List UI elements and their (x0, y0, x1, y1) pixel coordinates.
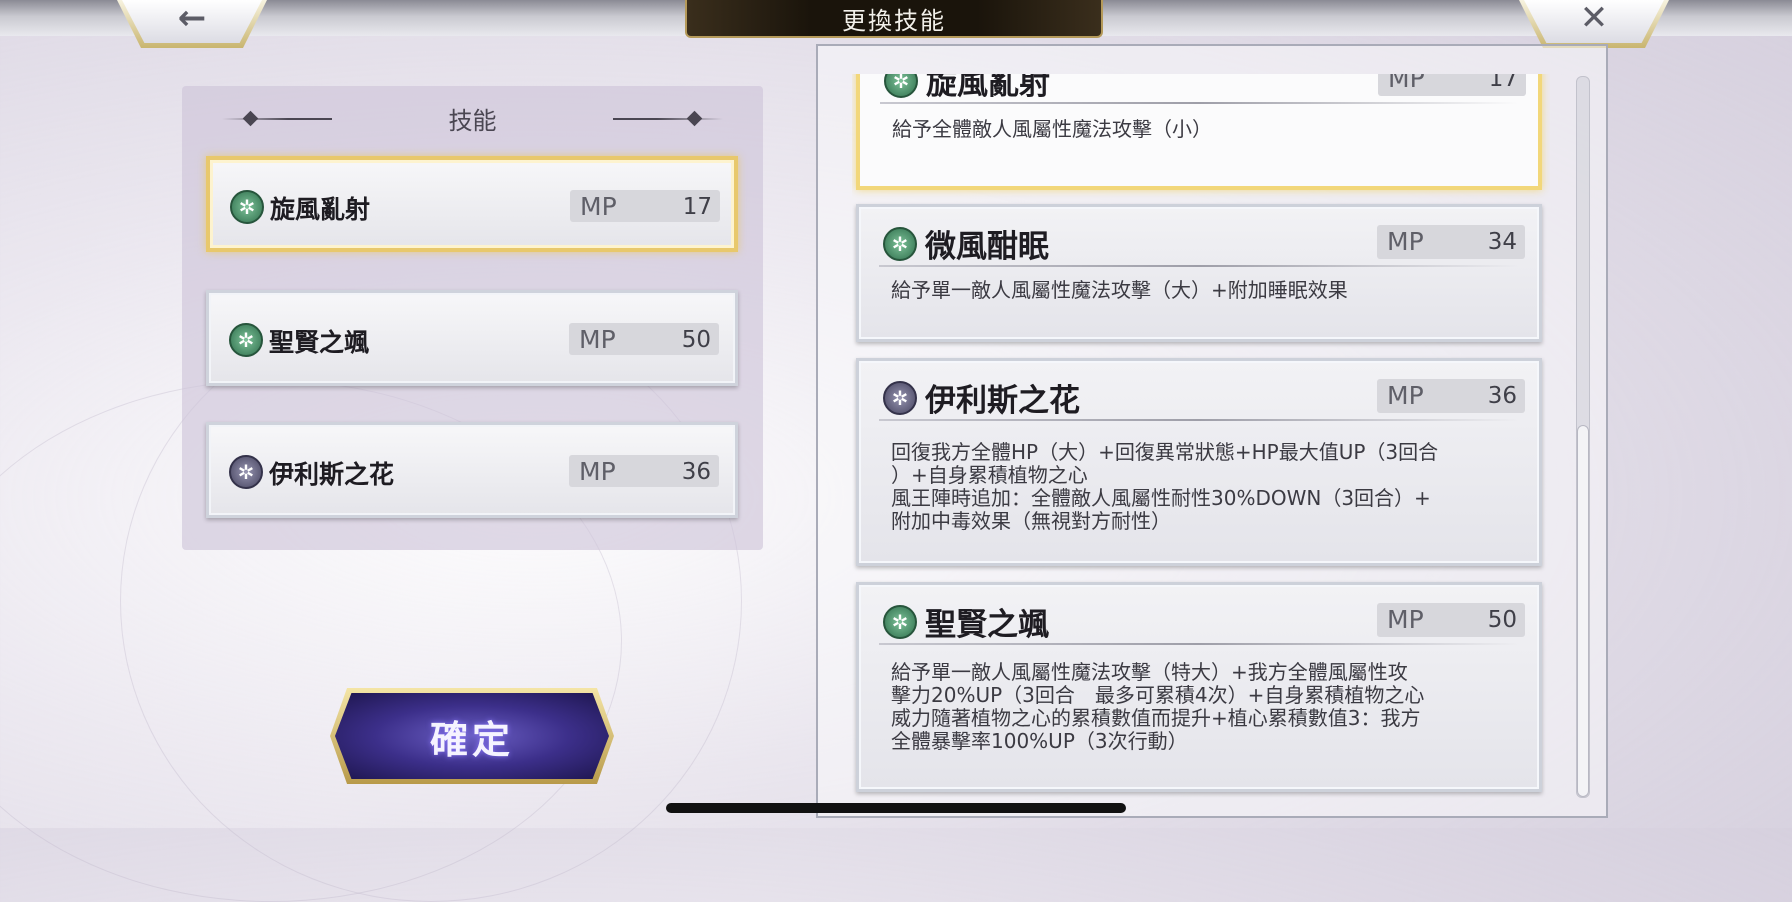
mp-label: MP (579, 457, 616, 486)
scrollbar-thumb[interactable] (1577, 425, 1589, 797)
skill-name: 旋風亂射 (926, 74, 1050, 102)
mp-value: 36 (1487, 383, 1517, 409)
skill-slot-name: 伊利斯之花 (269, 460, 395, 489)
wind-element-icon: ✲ (883, 227, 917, 261)
divider (879, 643, 1519, 645)
wind-element-icon: ✲ (229, 323, 263, 357)
equipped-skills-title: 技能 (448, 106, 497, 135)
close-icon: ✕ (1579, 0, 1609, 38)
skill-card-4[interactable]: ✲ 聖賢之颯 MP 50 給予單一敵人風屬性魔法攻擊（特大）+我方全體風屬性攻 … (856, 582, 1542, 792)
mp-label: MP (579, 325, 616, 354)
skill-name: 微風酣眠 (925, 229, 1049, 265)
header-ornament-left (222, 118, 332, 120)
page-title-text: 更換技能 (842, 6, 946, 35)
divider (880, 102, 1518, 104)
page-title: 更換技能 (685, 0, 1103, 38)
skill-description: 給予單一敵人風屬性魔法攻擊（大）+附加睡眠效果 (891, 278, 1348, 302)
equipped-skills-panel: 技能 ✲ 旋風亂射 MP 17 ✲ 聖賢之颯 MP 50 ✲ 伊利斯之花 MP … (182, 86, 763, 550)
mp-label: MP (1387, 605, 1424, 634)
mp-value: 17 (682, 194, 712, 220)
dark-element-icon: ✲ (883, 381, 917, 415)
mp-label: MP (1388, 74, 1425, 93)
wind-element-icon: ✲ (883, 605, 917, 639)
dark-element-icon: ✲ (229, 455, 263, 489)
skill-slot-mp: MP 17 (570, 190, 720, 222)
mp-label: MP (1387, 227, 1424, 256)
skill-slot-mp: MP 36 (569, 455, 719, 487)
back-arrow-icon: ← (177, 0, 207, 38)
skill-list-scrollbar[interactable] (1576, 76, 1590, 798)
skill-description: 給予全體敵人風屬性魔法攻擊（小） (892, 117, 1212, 141)
skill-mp: MP 36 (1377, 379, 1525, 413)
skill-mp: MP 17 (1378, 74, 1526, 96)
skill-list: ✲ 旋風亂射 MP 17 給予全體敵人風屬性魔法攻擊（小） ✲ 微風酣眠 MP … (852, 74, 1550, 798)
skill-name: 聖賢之颯 (925, 607, 1049, 643)
skill-card-2[interactable]: ✲ 微風酣眠 MP 34 給予單一敵人風屬性魔法攻擊（大）+附加睡眠效果 (856, 204, 1542, 342)
wind-element-icon: ✲ (230, 190, 264, 224)
skill-slot-mp: MP 50 (569, 323, 719, 355)
home-indicator[interactable] (666, 803, 1126, 813)
mp-value: 50 (681, 327, 711, 353)
mp-label: MP (1387, 381, 1424, 410)
close-button[interactable]: ✕ (1519, 0, 1669, 48)
skill-slot-name: 聖賢之颯 (269, 328, 370, 357)
mp-value: 17 (1488, 74, 1518, 92)
skill-name: 伊利斯之花 (925, 383, 1080, 419)
skill-card-1[interactable]: ✲ 旋風亂射 MP 17 給予全體敵人風屬性魔法攻擊（小） (856, 74, 1542, 190)
skill-card-3[interactable]: ✲ 伊利斯之花 MP 36 回復我方全體HP（大）+回復異常狀態+HP最大值UP… (856, 358, 1542, 566)
confirm-button[interactable]: 確定 (330, 688, 614, 784)
divider (879, 265, 1519, 267)
header-ornament-right (613, 118, 723, 120)
skill-slot-2[interactable]: ✲ 聖賢之颯 MP 50 (206, 290, 738, 386)
wind-element-icon: ✲ (884, 74, 918, 98)
mp-value: 34 (1487, 229, 1517, 255)
skill-description: 給予單一敵人風屬性魔法攻擊（特大）+我方全體風屬性攻 擊力20%UP（3回合 最… (891, 660, 1425, 753)
skill-slot-1[interactable]: ✲ 旋風亂射 MP 17 (206, 156, 738, 252)
confirm-button-label: 確定 (429, 716, 514, 762)
skill-mp: MP 34 (1377, 225, 1525, 259)
mp-label: MP (580, 192, 617, 221)
back-button[interactable]: ← (117, 0, 267, 48)
skill-slot-name: 旋風亂射 (270, 195, 371, 224)
mp-value: 36 (681, 459, 711, 485)
skill-mp: MP 50 (1377, 603, 1525, 637)
divider (879, 419, 1519, 421)
mp-value: 50 (1487, 607, 1517, 633)
skill-slot-3[interactable]: ✲ 伊利斯之花 MP 36 (206, 422, 738, 518)
skill-description: 回復我方全體HP（大）+回復異常狀態+HP最大值UP（3回合 ）+自身累積植物之… (891, 440, 1439, 533)
